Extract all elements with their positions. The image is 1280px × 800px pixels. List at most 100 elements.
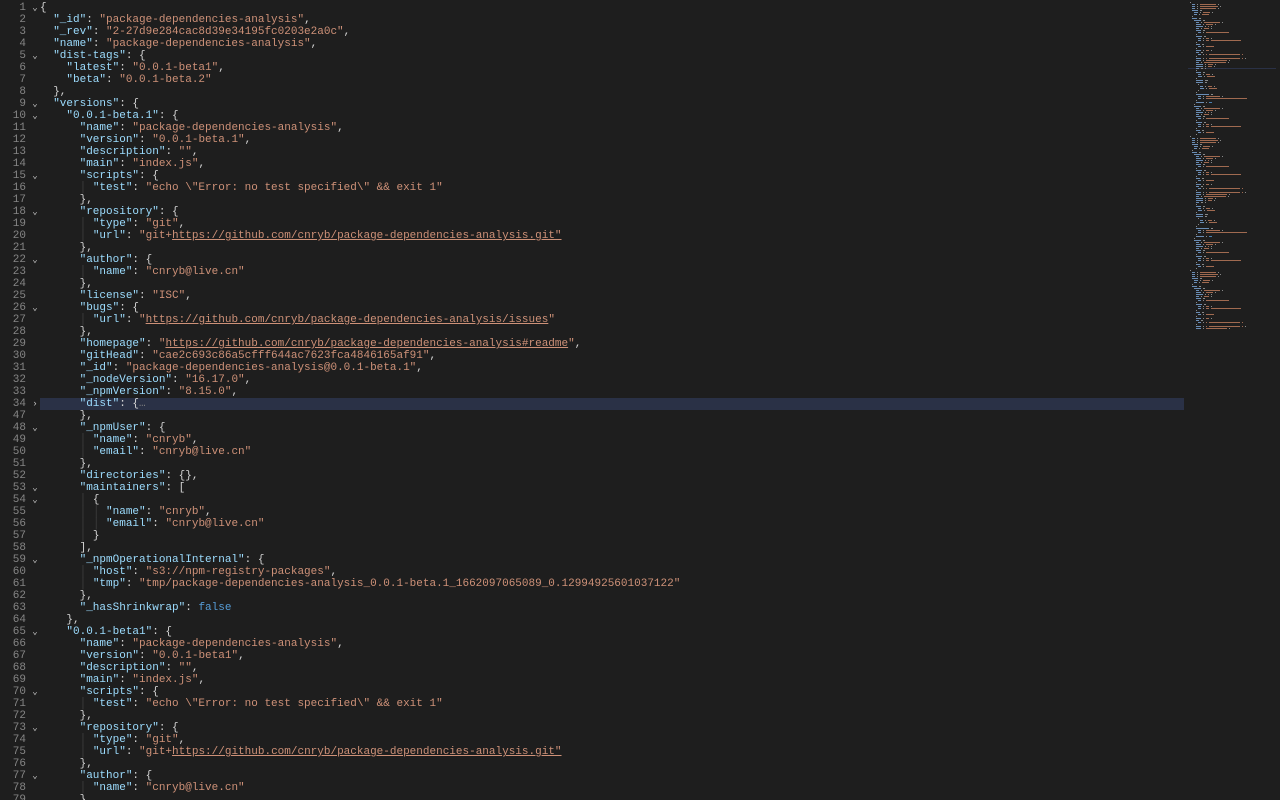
line-number[interactable]: 47 — [0, 410, 40, 422]
code-line[interactable]: │ "url": "https://github.com/cnryb/packa… — [40, 314, 1184, 326]
line-number[interactable]: 28 — [0, 326, 40, 338]
code-line[interactable]: "repository": { — [40, 206, 1184, 218]
line-number[interactable]: 26⌄ — [0, 302, 40, 314]
line-number[interactable]: 69 — [0, 674, 40, 686]
code-line[interactable]: "dist-tags": { — [40, 50, 1184, 62]
code-line[interactable]: }, — [40, 590, 1184, 602]
line-number[interactable]: 70⌄ — [0, 686, 40, 698]
code-line[interactable]: "0.0.1-beta1": { — [40, 626, 1184, 638]
line-number[interactable]: 21 — [0, 242, 40, 254]
chevron-down-icon[interactable]: ⌄ — [30, 422, 40, 434]
line-number[interactable]: 32 — [0, 374, 40, 386]
line-number[interactable]: 57 — [0, 530, 40, 542]
line-number[interactable]: 71 — [0, 698, 40, 710]
code-line[interactable]: │ "email": "cnryb@live.cn" — [40, 446, 1184, 458]
line-number[interactable]: 63 — [0, 602, 40, 614]
line-number[interactable]: 23 — [0, 266, 40, 278]
line-number[interactable]: 51 — [0, 458, 40, 470]
line-number[interactable]: 1⌄ — [0, 2, 40, 14]
code-line[interactable]: │ │ "name": "cnryb", — [40, 506, 1184, 518]
line-number[interactable]: 27 — [0, 314, 40, 326]
line-number[interactable]: 12 — [0, 134, 40, 146]
code-line[interactable]: │ "tmp": "tmp/package-dependencies-analy… — [40, 578, 1184, 590]
line-number[interactable]: 17 — [0, 194, 40, 206]
code-line[interactable]: │ "type": "git", — [40, 218, 1184, 230]
chevron-down-icon[interactable]: ⌄ — [30, 254, 40, 266]
line-number[interactable]: 64 — [0, 614, 40, 626]
line-number[interactable]: 15⌄ — [0, 170, 40, 182]
code-line[interactable]: "scripts": { — [40, 686, 1184, 698]
code-line[interactable]: "main": "index.js", — [40, 674, 1184, 686]
line-number[interactable]: 53⌄ — [0, 482, 40, 494]
line-number[interactable]: 33 — [0, 386, 40, 398]
line-number[interactable]: 48⌄ — [0, 422, 40, 434]
code-line[interactable]: │ "name": "cnryb@live.cn" — [40, 782, 1184, 794]
line-number[interactable]: 19 — [0, 218, 40, 230]
line-number[interactable]: 8 — [0, 86, 40, 98]
line-number[interactable]: 5⌄ — [0, 50, 40, 62]
line-number[interactable]: 24 — [0, 278, 40, 290]
line-number[interactable]: 22⌄ — [0, 254, 40, 266]
line-number[interactable]: 50 — [0, 446, 40, 458]
code-line[interactable]: }, — [40, 86, 1184, 98]
code-line[interactable]: │ "url": "git+https://github.com/cnryb/p… — [40, 230, 1184, 242]
line-number[interactable]: 56 — [0, 518, 40, 530]
line-number[interactable]: 74 — [0, 734, 40, 746]
code-line[interactable]: ], — [40, 542, 1184, 554]
code-line[interactable]: }, — [40, 794, 1184, 800]
line-number[interactable]: 62 — [0, 590, 40, 602]
chevron-down-icon[interactable]: ⌄ — [30, 110, 40, 122]
line-number[interactable]: 79 — [0, 794, 40, 800]
chevron-down-icon[interactable]: ⌄ — [30, 770, 40, 782]
line-number[interactable]: 3 — [0, 26, 40, 38]
line-number[interactable]: 13 — [0, 146, 40, 158]
code-line[interactable]: "bugs": { — [40, 302, 1184, 314]
line-number[interactable]: 72 — [0, 710, 40, 722]
line-number[interactable]: 66 — [0, 638, 40, 650]
line-number[interactable]: 18⌄ — [0, 206, 40, 218]
code-line[interactable]: "description": "", — [40, 146, 1184, 158]
chevron-down-icon[interactable]: ⌄ — [30, 722, 40, 734]
code-line[interactable]: │ { — [40, 494, 1184, 506]
line-number[interactable]: 76 — [0, 758, 40, 770]
code-line[interactable]: │ "test": "echo \"Error: no test specifi… — [40, 698, 1184, 710]
line-number[interactable]: 61 — [0, 578, 40, 590]
line-number[interactable]: 29 — [0, 338, 40, 350]
line-number[interactable]: 16 — [0, 182, 40, 194]
line-number[interactable]: 68 — [0, 662, 40, 674]
code-line[interactable]: }, — [40, 194, 1184, 206]
code-line[interactable]: "0.0.1-beta.1": { — [40, 110, 1184, 122]
code-line[interactable]: "versions": { — [40, 98, 1184, 110]
code-line[interactable]: "_npmVersion": "8.15.0", — [40, 386, 1184, 398]
code-line[interactable]: }, — [40, 242, 1184, 254]
line-number[interactable]: 34› — [0, 398, 40, 410]
code-line[interactable]: }, — [40, 278, 1184, 290]
code-line[interactable]: │ "name": "cnryb", — [40, 434, 1184, 446]
line-number[interactable]: 30 — [0, 350, 40, 362]
line-number-gutter[interactable]: 1⌄2345⌄6789⌄10⌄1112131415⌄161718⌄1920212… — [0, 0, 40, 800]
chevron-right-icon[interactable]: › — [30, 398, 40, 410]
code-line[interactable]: "version": "0.0.1-beta.1", — [40, 134, 1184, 146]
code-line[interactable]: "name": "package-dependencies-analysis", — [40, 38, 1184, 50]
code-line[interactable]: }, — [40, 458, 1184, 470]
line-number[interactable]: 54⌄ — [0, 494, 40, 506]
chevron-down-icon[interactable]: ⌄ — [30, 482, 40, 494]
code-line[interactable]: "dist": {… — [40, 398, 1184, 410]
code-line[interactable]: "author": { — [40, 254, 1184, 266]
code-line[interactable]: "_nodeVersion": "16.17.0", — [40, 374, 1184, 386]
code-line[interactable]: │ "test": "echo \"Error: no test specifi… — [40, 182, 1184, 194]
code-line[interactable]: { — [40, 2, 1184, 14]
code-line[interactable]: "license": "ISC", — [40, 290, 1184, 302]
line-number[interactable]: 67 — [0, 650, 40, 662]
line-number[interactable]: 55 — [0, 506, 40, 518]
code-line[interactable]: "author": { — [40, 770, 1184, 782]
line-number[interactable]: 4 — [0, 38, 40, 50]
line-number[interactable]: 31 — [0, 362, 40, 374]
line-number[interactable]: 65⌄ — [0, 626, 40, 638]
line-number[interactable]: 6 — [0, 62, 40, 74]
code-line[interactable]: "directories": {}, — [40, 470, 1184, 482]
code-area[interactable]: { "_id": "package-dependencies-analysis"… — [40, 0, 1184, 800]
chevron-down-icon[interactable]: ⌄ — [30, 2, 40, 14]
code-line[interactable]: "beta": "0.0.1-beta.2" — [40, 74, 1184, 86]
line-number[interactable]: 59⌄ — [0, 554, 40, 566]
